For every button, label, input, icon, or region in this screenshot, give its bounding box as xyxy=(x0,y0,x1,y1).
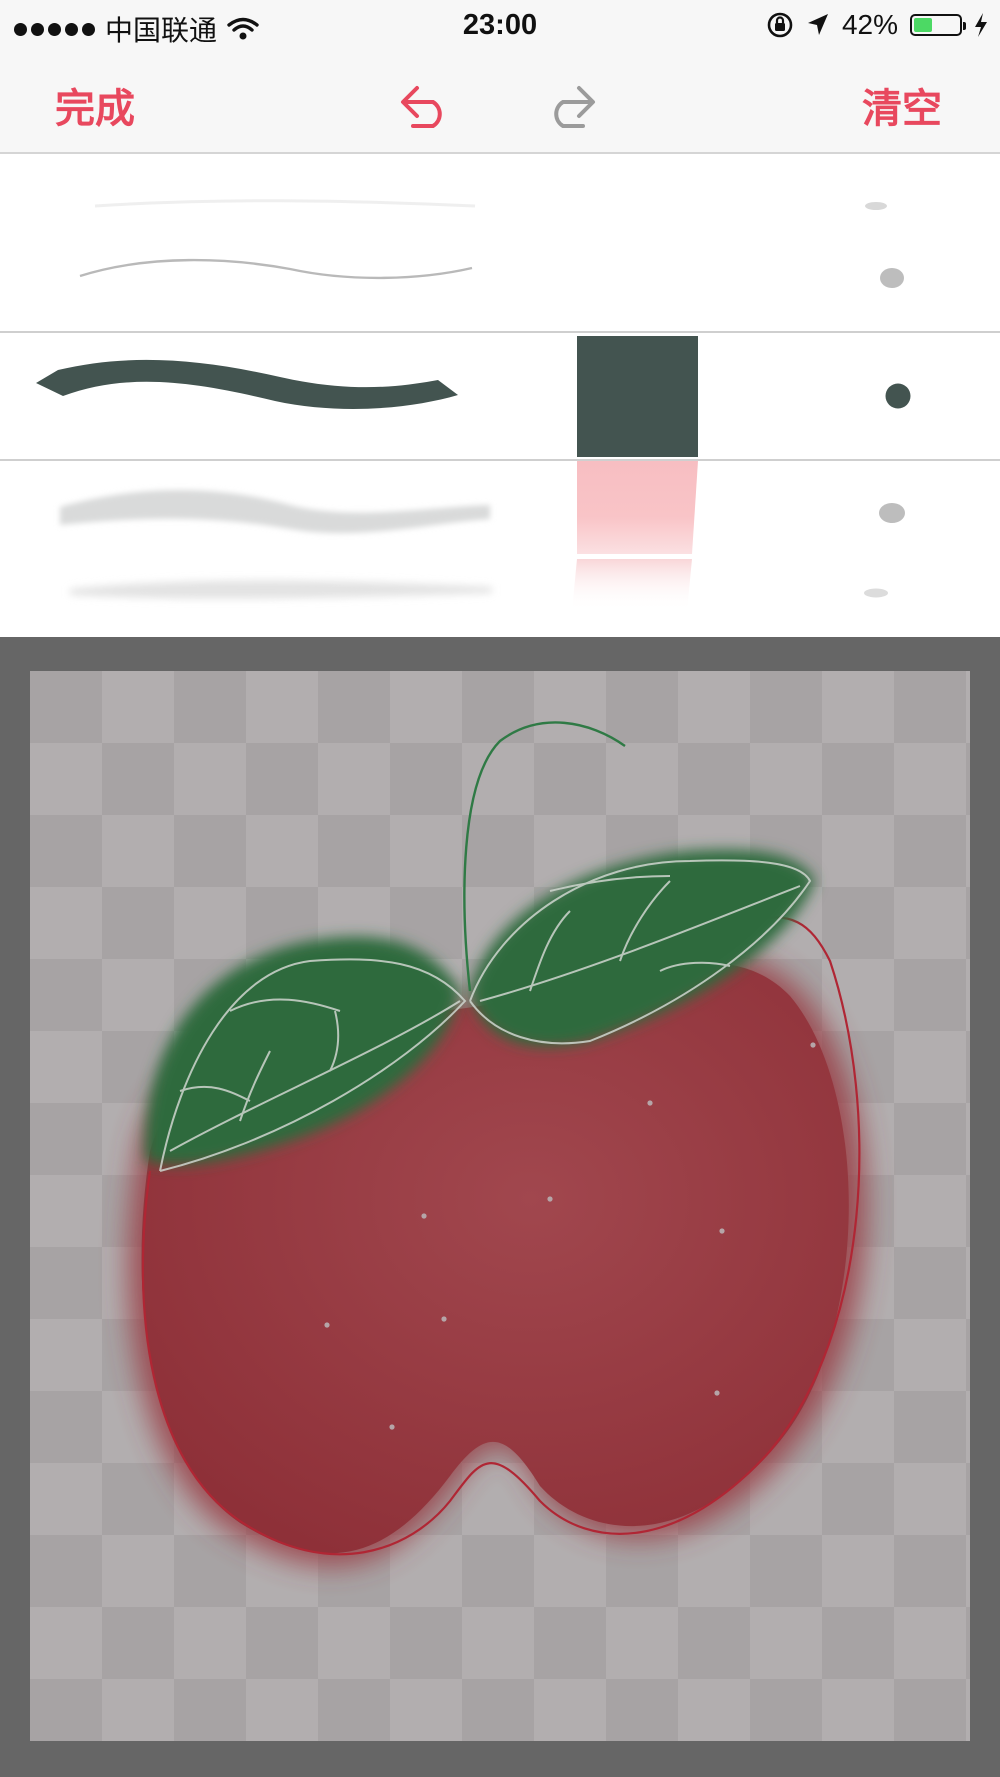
palette-row-bottom xyxy=(0,461,1000,637)
color-swatch-pink-reflection xyxy=(572,559,692,611)
orientation-lock-icon xyxy=(767,12,793,38)
brush-pencil-thin[interactable] xyxy=(79,258,473,280)
brush-faint-stroke[interactable] xyxy=(94,199,476,208)
status-bar: 中国联通 23:00 42% xyxy=(0,0,1000,50)
battery-percent: 42% xyxy=(841,9,898,40)
undo-icon[interactable] xyxy=(395,72,455,130)
size-medium[interactable] xyxy=(885,383,911,409)
size-large-soft[interactable] xyxy=(879,503,905,523)
palette-row-selected-art xyxy=(36,336,911,457)
clear-button[interactable]: 清空 xyxy=(862,76,942,134)
battery-icon xyxy=(910,14,966,36)
redo-icon[interactable] xyxy=(541,72,601,130)
toolbar: 完成 清空 xyxy=(0,50,1000,154)
drawing-canvas[interactable] xyxy=(30,671,970,1741)
done-button[interactable]: 完成 xyxy=(55,76,135,134)
brush-marker[interactable] xyxy=(36,359,458,409)
color-swatch-pink[interactable] xyxy=(577,461,698,554)
size-small-soft[interactable] xyxy=(864,588,888,598)
brush-airbrush-light[interactable] xyxy=(70,580,492,599)
color-swatch-dark-green[interactable] xyxy=(577,336,698,457)
location-arrow-icon xyxy=(807,14,828,35)
status-right: 42% xyxy=(766,9,988,41)
palette-row-selected xyxy=(0,333,1000,461)
apple-drawing xyxy=(128,721,867,1566)
canvas-area xyxy=(0,637,1000,1777)
brush-airbrush[interactable] xyxy=(60,490,490,534)
size-tiny[interactable] xyxy=(865,202,887,210)
brush-palette xyxy=(0,154,1000,637)
size-small[interactable] xyxy=(880,268,904,288)
palette-row-bottom-art xyxy=(60,461,905,611)
battery-fill xyxy=(914,18,933,32)
palette-row-top xyxy=(0,154,1000,333)
palette-row-top-art xyxy=(0,154,1000,288)
charging-bolt-icon xyxy=(975,13,987,37)
